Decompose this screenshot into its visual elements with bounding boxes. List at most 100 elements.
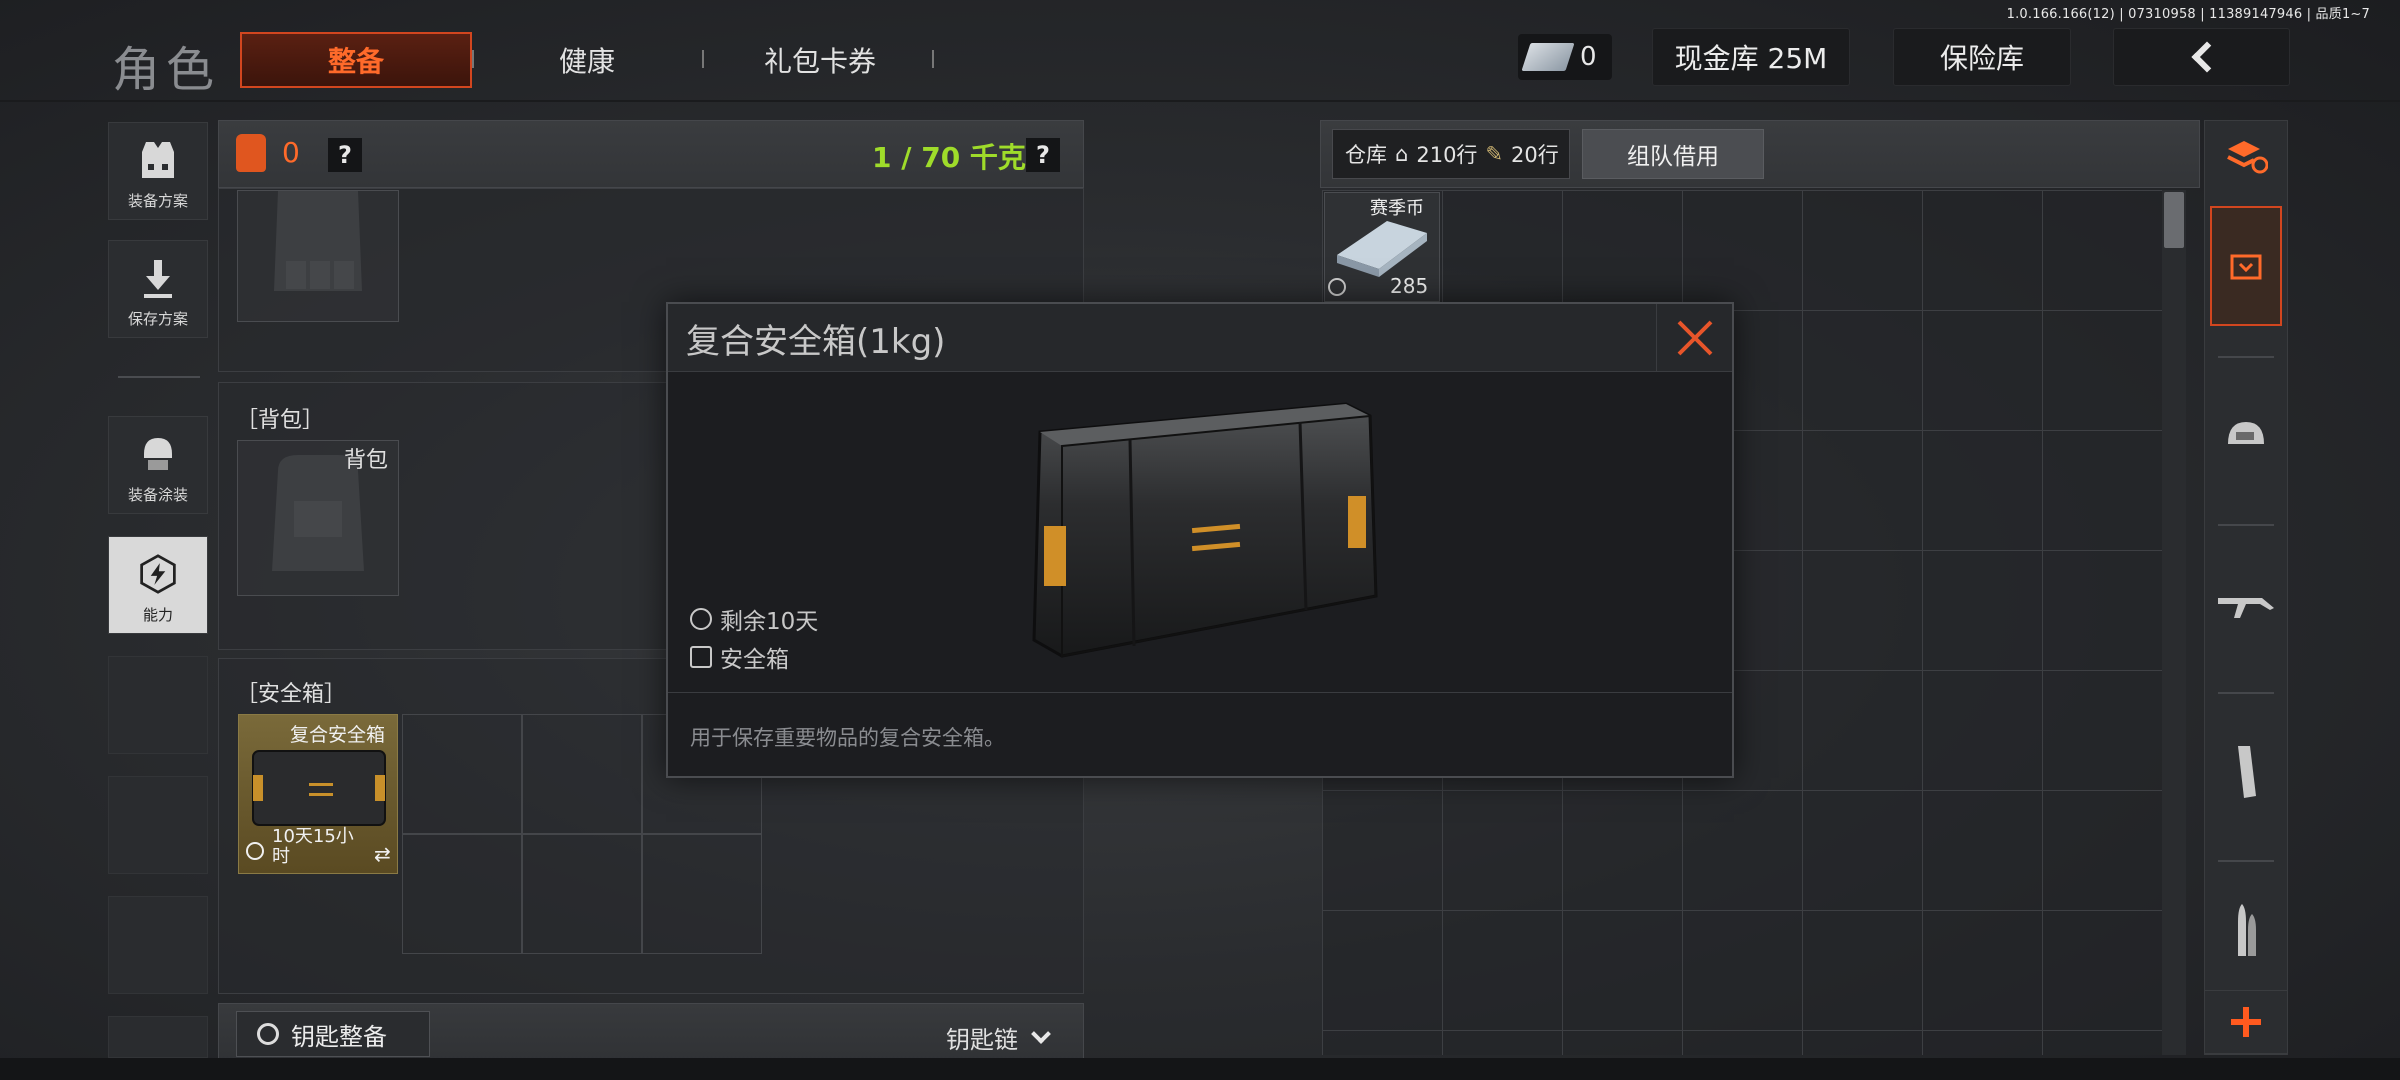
- keychain-dropdown[interactable]: 钥匙链: [946, 1020, 1051, 1055]
- tab-separator: [932, 50, 934, 68]
- empty-slot: [108, 656, 208, 754]
- category-divider: [2218, 860, 2274, 862]
- ticket-icon: ✎: [1485, 142, 1504, 166]
- safebox-item-time-suffix: 时: [272, 846, 290, 867]
- sort-stash-button[interactable]: [2210, 122, 2282, 192]
- download-icon: [138, 256, 178, 300]
- popup-title: 复合安全箱(1kg): [686, 322, 946, 362]
- category-divider: [2218, 524, 2274, 526]
- coin-item-count: 285: [1390, 274, 1429, 298]
- stash-scrollbar[interactable]: [2162, 190, 2186, 1055]
- stash-rows: 210行: [1416, 143, 1478, 167]
- tab-health[interactable]: 健康: [480, 32, 694, 88]
- safe-vault-button[interactable]: 保险库: [1893, 28, 2071, 86]
- category-divider: [2218, 692, 2274, 694]
- safebox-section-label: ［安全箱］: [236, 682, 347, 707]
- grid-cell[interactable]: [522, 714, 642, 834]
- bottom-bar: [0, 1058, 2400, 1080]
- ammo-icon: [2238, 904, 2256, 956]
- clock-icon: [690, 608, 712, 630]
- close-button[interactable]: [1656, 304, 1732, 372]
- category-weapon[interactable]: [2210, 544, 2282, 664]
- popup-description: 用于保存重要物品的复合安全箱。: [690, 726, 1005, 750]
- popup-remaining-row: 剩余10天: [690, 602, 818, 636]
- side-divider: [118, 376, 200, 378]
- rifle-icon: [2218, 598, 2274, 618]
- armor-count: 0: [282, 136, 300, 169]
- stash-extra-rows: 20行: [1511, 143, 1559, 167]
- chevron-down-icon: [1031, 1023, 1051, 1044]
- category-helmet[interactable]: [2210, 376, 2282, 496]
- scroll-thumb[interactable]: [2164, 192, 2184, 248]
- category-magazine[interactable]: [2210, 712, 2282, 832]
- grid-cell[interactable]: [402, 834, 522, 954]
- empty-slot: [108, 776, 208, 874]
- vest-icon: [138, 138, 178, 182]
- header-divider: [0, 100, 2400, 102]
- clock-icon: [246, 842, 264, 860]
- gear-skin-button[interactable]: 装备涂装: [108, 416, 208, 514]
- popup-type: 安全箱: [720, 647, 789, 673]
- lightning-icon: [138, 552, 178, 596]
- key-icon: [257, 1023, 279, 1045]
- safebox-image: [1032, 402, 1378, 658]
- empty-slot: [108, 1016, 208, 1058]
- save-plan-button[interactable]: 保存方案: [108, 240, 208, 338]
- weight-help-button[interactable]: ?: [1026, 138, 1060, 172]
- safe-icon: [690, 646, 712, 668]
- popup-divider: [668, 692, 1732, 693]
- category-ammo[interactable]: [2210, 880, 2282, 980]
- back-button[interactable]: [2113, 28, 2290, 86]
- version-info: 1.0.166.166(12) | 07310958 | 11389147946…: [2006, 7, 2370, 22]
- keys-loadout-label: 钥匙整备: [291, 1022, 387, 1051]
- loadout-plan-button[interactable]: 装备方案: [108, 122, 208, 220]
- grid-cell[interactable]: [642, 834, 762, 954]
- side-label: 装备方案: [127, 192, 188, 210]
- category-divider: [2218, 356, 2274, 358]
- weight-indicator: 1 / 70 千克: [872, 141, 1026, 174]
- vest-silhouette-icon: [274, 191, 362, 291]
- helmet-icon: [138, 432, 178, 476]
- grid-cell[interactable]: [402, 714, 522, 834]
- grid-cell[interactable]: [522, 834, 642, 954]
- box-stack-icon: [2230, 254, 2262, 280]
- safebox-item-name: 复合安全箱: [290, 724, 386, 746]
- plus-icon: [2231, 1007, 2261, 1037]
- tab-loadout[interactable]: 整备: [240, 32, 472, 88]
- keys-loadout-button[interactable]: 钥匙整备: [236, 1011, 430, 1057]
- magazine-icon: [2238, 746, 2256, 798]
- popup-type-row: 安全箱: [690, 640, 789, 674]
- category-all[interactable]: [2210, 206, 2282, 326]
- page-title: 角色: [112, 42, 221, 98]
- tab-separator: [472, 50, 474, 68]
- tab-gift-coupons[interactable]: 礼包卡券: [710, 32, 930, 88]
- backpack-section-label: ［背包］: [236, 408, 325, 433]
- team-borrow-button[interactable]: 组队借用: [1582, 129, 1764, 179]
- close-icon: [1677, 320, 1712, 356]
- keychain-label: 钥匙链: [946, 1026, 1018, 1054]
- armor-icon: [236, 134, 266, 172]
- cash-vault-button[interactable]: 现金库 25M: [1652, 28, 1850, 86]
- coin-item-name: 赛季币: [1370, 198, 1424, 219]
- home-icon: ⌂: [1395, 142, 1409, 166]
- stash-label: 仓库: [1345, 143, 1387, 167]
- ability-button[interactable]: 能力: [108, 536, 208, 634]
- stash-info: 仓库 ⌂ 210行 ✎ 20行: [1332, 129, 1570, 179]
- cash-count: 0: [1580, 42, 1597, 72]
- side-label: 能力: [142, 606, 173, 624]
- backpack-slot-label: 背包: [344, 448, 389, 473]
- cash-counter: 0: [1518, 34, 1612, 80]
- empty-slot: [108, 896, 208, 994]
- help-button[interactable]: ?: [328, 138, 362, 172]
- side-label: 装备涂装: [127, 486, 188, 504]
- helmet-icon: [2228, 422, 2264, 444]
- chevron-left-icon: [2190, 41, 2223, 73]
- layers-refresh-icon: [2227, 141, 2268, 174]
- season-badge-icon: [1328, 278, 1346, 296]
- swap-icon[interactable]: ⇄: [374, 842, 391, 866]
- vest-slot[interactable]: [237, 190, 399, 322]
- side-label: 保存方案: [127, 310, 188, 328]
- cash-icon: [1521, 43, 1575, 71]
- tab-separator: [702, 50, 704, 68]
- add-category-button[interactable]: [2204, 990, 2288, 1054]
